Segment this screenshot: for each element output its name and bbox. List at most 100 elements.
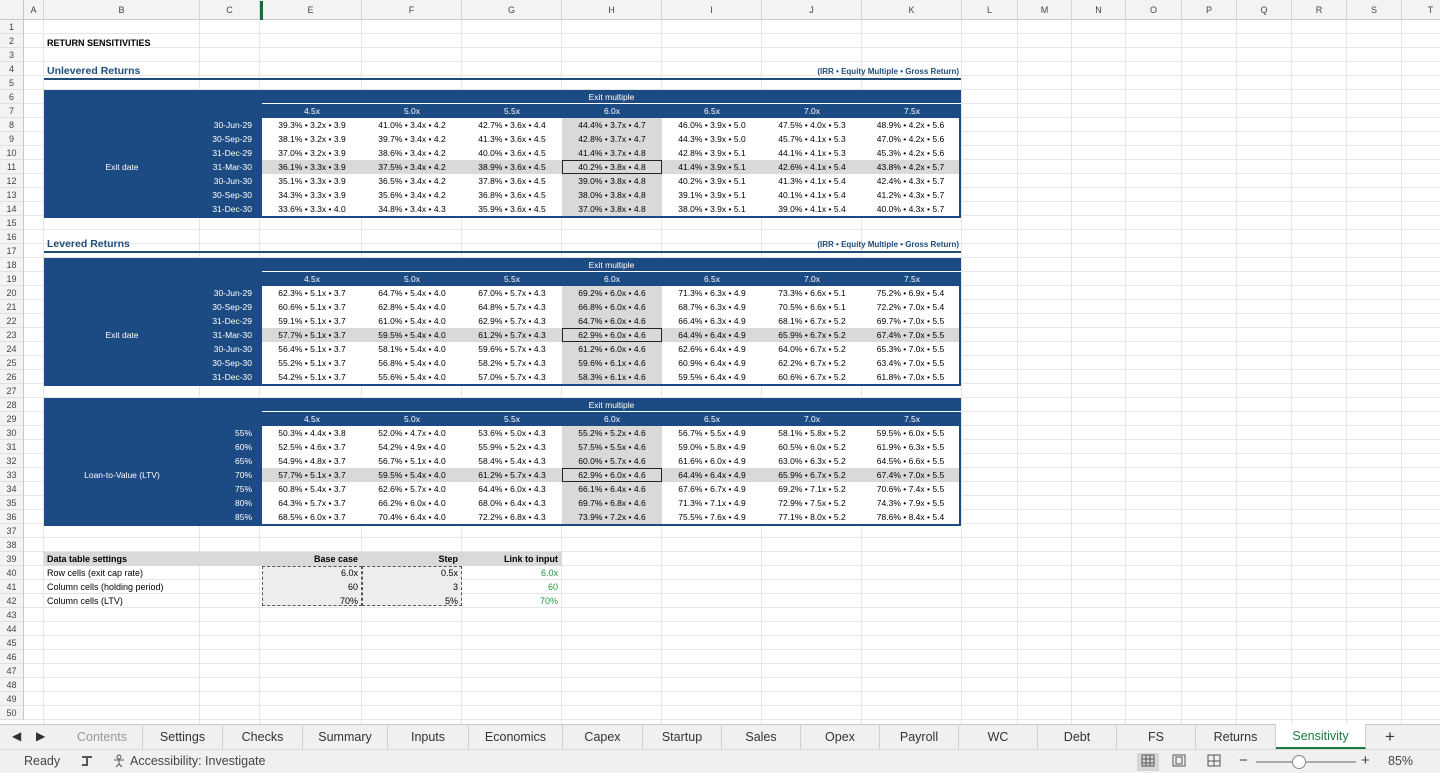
sensitivity-cell[interactable]: 57.0% • 5.7x • 4.3 (462, 370, 562, 384)
sensitivity-cell[interactable]: 68.0% • 6.4x • 4.3 (462, 496, 562, 510)
sensitivity-cell[interactable]: 64.4% • 6.0x • 4.3 (462, 482, 562, 496)
sensitivity-cell[interactable]: 70.6% • 7.4x • 5.5 (862, 482, 959, 496)
sensitivity-cell[interactable]: 59.6% • 6.1x • 4.6 (562, 356, 662, 370)
step-value[interactable]: 3 (362, 580, 458, 594)
sensitivity-cell[interactable]: 44.4% • 3.7x • 4.7 (562, 118, 662, 132)
sensitivity-cell[interactable]: 55.2% • 5.2x • 4.6 (562, 426, 662, 440)
row-header[interactable]: 44 (0, 622, 24, 636)
sensitivity-cell[interactable]: 59.5% • 6.4x • 4.9 (662, 370, 762, 384)
sensitivity-cell[interactable]: 56.7% • 5.5x • 4.9 (662, 426, 762, 440)
sensitivity-cell[interactable]: 64.5% • 6.6x • 5.5 (862, 454, 959, 468)
column-header-J[interactable]: J (762, 0, 862, 20)
sensitivity-cell[interactable]: 61.9% • 6.3x • 5.5 (862, 440, 959, 454)
row-header[interactable]: 46 (0, 650, 24, 664)
sensitivity-cell[interactable]: 56.4% • 5.1x • 3.7 (262, 342, 362, 356)
sensitivity-cell[interactable]: 39.1% • 3.9x • 5.1 (662, 188, 762, 202)
sensitivity-cell[interactable]: 60.6% • 6.7x • 5.2 (762, 370, 862, 384)
row-header[interactable]: 7 (0, 104, 24, 118)
row-header[interactable]: 8 (0, 118, 24, 132)
sensitivity-cell[interactable]: 38.0% • 3.9x • 5.1 (662, 202, 762, 216)
sensitivity-cell[interactable]: 44.1% • 4.1x • 5.3 (762, 146, 862, 160)
row-header[interactable]: 32 (0, 454, 24, 468)
sensitivity-cell[interactable]: 42.6% • 4.1x • 5.4 (762, 160, 862, 174)
sheet-tab-payroll[interactable]: Payroll (880, 725, 959, 749)
sensitivity-cell[interactable]: 40.2% • 3.9x • 5.1 (662, 174, 762, 188)
step-value[interactable]: 5% (362, 594, 458, 608)
sensitivity-cell[interactable]: 38.1% • 3.2x • 3.9 (262, 132, 362, 146)
zoom-slider[interactable] (1256, 755, 1356, 769)
column-header-A[interactable]: A (24, 0, 44, 20)
sensitivity-cell[interactable]: 46.0% • 3.9x • 5.0 (662, 118, 762, 132)
row-header[interactable]: 19 (0, 272, 24, 286)
sensitivity-cell[interactable]: 66.4% • 6.3x • 4.9 (662, 314, 762, 328)
sensitivity-cell[interactable]: 62.9% • 6.0x • 4.6 (562, 468, 662, 482)
sensitivity-cell[interactable]: 55.2% • 5.1x • 3.7 (262, 356, 362, 370)
row-header[interactable]: 31 (0, 440, 24, 454)
sensitivity-cell[interactable]: 59.6% • 5.7x • 4.3 (462, 342, 562, 356)
sheet-tab-startup[interactable]: Startup (643, 725, 722, 749)
row-header[interactable]: 2 (0, 34, 24, 48)
accessibility-icon[interactable] (112, 754, 128, 771)
sensitivity-cell[interactable]: 36.8% • 3.6x • 4.5 (462, 188, 562, 202)
sensitivity-cell[interactable]: 64.7% • 6.0x • 4.6 (562, 314, 662, 328)
sensitivity-cell[interactable]: 61.8% • 7.0x • 5.5 (862, 370, 959, 384)
sensitivity-cell[interactable]: 60.6% • 5.1x • 3.7 (262, 300, 362, 314)
sensitivity-cell[interactable]: 69.7% • 6.8x • 4.6 (562, 496, 662, 510)
row-header[interactable]: 35 (0, 496, 24, 510)
sensitivity-cell[interactable]: 48.9% • 4.2x • 5.6 (862, 118, 959, 132)
column-header-M[interactable]: M (1018, 0, 1072, 20)
column-header-Q[interactable]: Q (1237, 0, 1292, 20)
sensitivity-cell[interactable]: 72.2% • 6.8x • 4.3 (462, 510, 562, 524)
sensitivity-cell[interactable]: 69.2% • 6.0x • 4.6 (562, 286, 662, 300)
column-header-K[interactable]: K (862, 0, 962, 20)
row-header[interactable]: 48 (0, 678, 24, 692)
column-header-P[interactable]: P (1182, 0, 1237, 20)
column-header-G[interactable]: G (462, 0, 562, 20)
sensitivity-cell[interactable]: 63.4% • 7.0x • 5.5 (862, 356, 959, 370)
row-header[interactable]: 20 (0, 286, 24, 300)
row-header[interactable]: 42 (0, 594, 24, 608)
sensitivity-cell[interactable]: 35.1% • 3.3x • 3.9 (262, 174, 362, 188)
sensitivity-cell[interactable]: 67.0% • 5.7x • 4.3 (462, 286, 562, 300)
column-header-C[interactable]: C (200, 0, 260, 20)
column-header-O[interactable]: O (1126, 0, 1182, 20)
sensitivity-cell[interactable]: 59.5% • 6.0x • 5.5 (862, 426, 959, 440)
sheet-tab-opex[interactable]: Opex (801, 725, 880, 749)
sensitivity-cell[interactable]: 42.4% • 4.3x • 5.7 (862, 174, 959, 188)
sensitivity-cell[interactable]: 60.0% • 5.7x • 4.6 (562, 454, 662, 468)
row-header[interactable]: 6 (0, 90, 24, 104)
sensitivity-cell[interactable]: 61.0% • 5.4x • 4.0 (362, 314, 462, 328)
sensitivity-cell[interactable]: 42.7% • 3.6x • 4.4 (462, 118, 562, 132)
sensitivity-cell[interactable]: 41.4% • 3.9x • 5.1 (662, 160, 762, 174)
row-header[interactable]: 29 (0, 412, 24, 426)
sensitivity-cell[interactable]: 61.2% • 6.0x • 4.6 (562, 342, 662, 356)
row-header[interactable]: 28 (0, 398, 24, 412)
sensitivity-cell[interactable]: 35.6% • 3.4x • 4.2 (362, 188, 462, 202)
sensitivity-cell[interactable]: 52.5% • 4.6x • 3.7 (262, 440, 362, 454)
sheet-tab-wc[interactable]: WC (959, 725, 1038, 749)
sensitivity-cell[interactable]: 70.4% • 6.4x • 4.0 (362, 510, 462, 524)
row-header[interactable]: 50 (0, 706, 24, 720)
column-header-F[interactable]: F (362, 0, 462, 20)
sensitivity-cell[interactable]: 66.8% • 6.0x • 4.6 (562, 300, 662, 314)
sensitivity-cell[interactable]: 77.1% • 8.0x • 5.2 (762, 510, 862, 524)
sensitivity-cell[interactable]: 67.6% • 6.7x • 4.9 (662, 482, 762, 496)
zoom-slider-thumb[interactable] (1291, 755, 1306, 769)
step-value[interactable]: 0.5x (362, 566, 458, 580)
sensitivity-cell[interactable]: 64.3% • 5.7x • 3.7 (262, 496, 362, 510)
sensitivity-cell[interactable]: 67.4% • 7.0x • 5.5 (862, 468, 959, 482)
base-case-value[interactable]: 60 (262, 580, 358, 594)
row-header[interactable]: 34 (0, 482, 24, 496)
link-to-input-value[interactable]: 70% (462, 594, 558, 608)
row-header[interactable]: 9 (0, 132, 24, 146)
sensitivity-cell[interactable]: 40.0% • 4.3x • 5.7 (862, 202, 959, 216)
page-layout-view-icon[interactable] (1172, 754, 1186, 770)
sensitivity-cell[interactable]: 41.3% • 3.6x • 4.5 (462, 132, 562, 146)
column-header-R[interactable]: R (1292, 0, 1347, 20)
column-header-L[interactable]: L (962, 0, 1018, 20)
sensitivity-cell[interactable]: 62.3% • 5.1x • 3.7 (262, 286, 362, 300)
sensitivity-cell[interactable]: 68.7% • 6.3x • 4.9 (662, 300, 762, 314)
row-header[interactable]: 14 (0, 202, 24, 216)
sensitivity-cell[interactable]: 68.5% • 6.0x • 3.7 (262, 510, 362, 524)
sensitivity-cell[interactable]: 54.2% • 4.9x • 4.0 (362, 440, 462, 454)
